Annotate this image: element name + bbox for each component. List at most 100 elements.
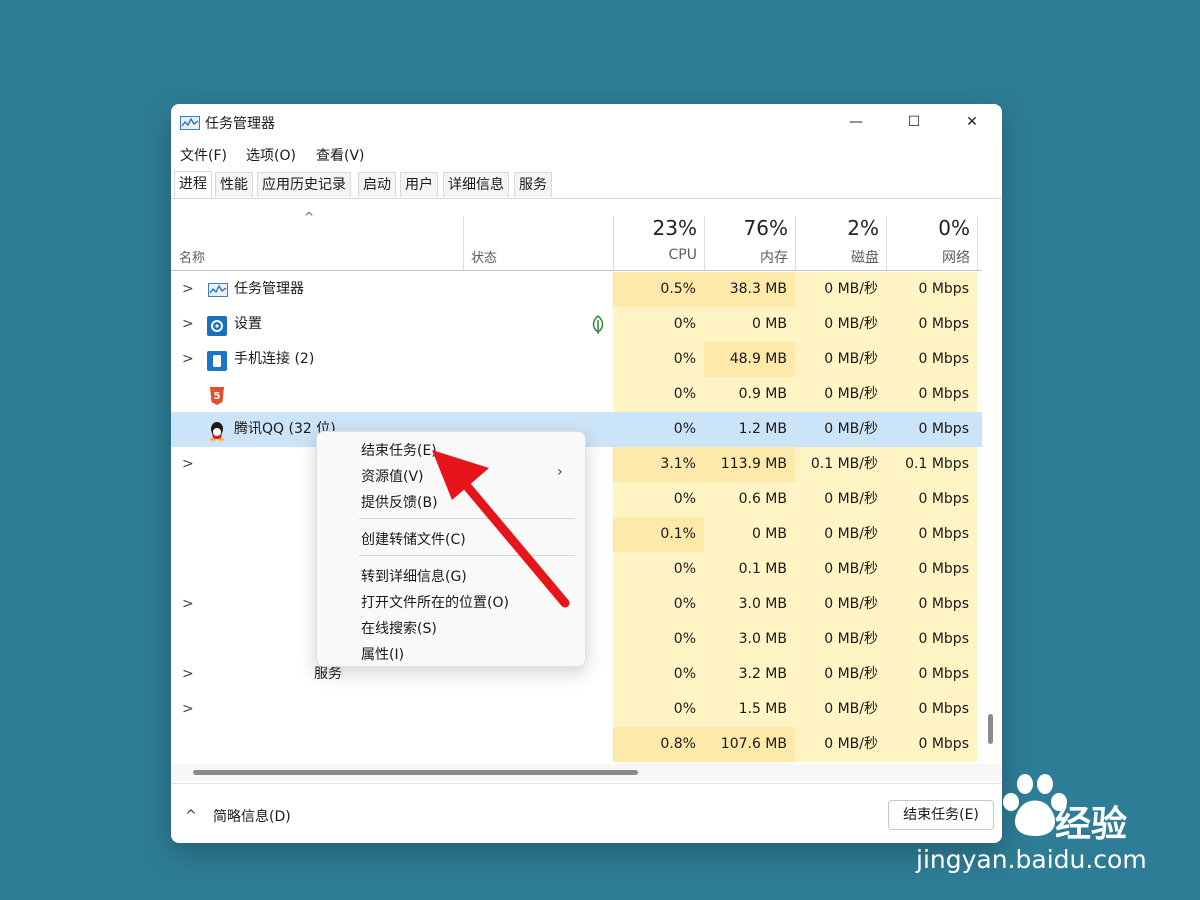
mem-cell: 38.3 MB xyxy=(704,272,795,307)
col-memory[interactable]: 内存 xyxy=(708,247,788,267)
disk-cell: 0 MB/秒 xyxy=(795,377,886,412)
chevron-right-icon[interactable]: > xyxy=(182,342,194,377)
mem-cell: 0.6 MB xyxy=(704,482,795,517)
net-cell: 0 Mbps xyxy=(886,412,977,447)
mem-cell: 0.9 MB xyxy=(704,377,795,412)
tab-app-history[interactable]: 应用历史记录 xyxy=(257,172,351,197)
col-status[interactable]: 状态 xyxy=(471,247,497,266)
phone-link-icon xyxy=(207,351,227,371)
net-total[interactable]: 0% xyxy=(890,216,970,240)
ctx-resource-values[interactable]: 资源值(V) xyxy=(361,466,424,486)
tab-processes[interactable]: 进程 xyxy=(174,171,212,198)
disk-cell: 0.1 MB/秒 xyxy=(795,447,886,482)
mem-cell: 1.5 MB xyxy=(704,692,795,727)
cpu-cell: 0% xyxy=(613,482,704,517)
mem-cell: 3.0 MB xyxy=(704,622,795,657)
process-name: 任务管理器 xyxy=(234,281,304,297)
chevron-right-icon[interactable]: > xyxy=(182,307,194,342)
window-title: 任务管理器 xyxy=(205,116,275,132)
ctx-dump-file[interactable]: 创建转储文件(C) xyxy=(361,529,466,549)
col-name[interactable]: 名称 xyxy=(179,247,205,266)
mem-total[interactable]: 76% xyxy=(708,216,788,240)
table-row[interactable]: > 任务管理器 0.5% 38.3 MB 0 MB/秒 0 Mbps xyxy=(171,272,982,307)
qq-icon xyxy=(207,421,227,441)
tab-services[interactable]: 服务 xyxy=(514,172,552,197)
close-button[interactable]: ✕ xyxy=(943,104,1001,140)
ctx-feedback[interactable]: 提供反馈(B) xyxy=(361,492,438,512)
fewer-details-link[interactable]: 简略信息(D) xyxy=(213,806,291,826)
cpu-cell: 0% xyxy=(613,377,704,412)
chevron-right-icon[interactable]: > xyxy=(182,447,194,482)
cpu-cell: 0.1% xyxy=(613,517,704,552)
menu-file[interactable]: 文件(F) xyxy=(180,145,227,165)
tab-performance[interactable]: 性能 xyxy=(215,172,253,197)
tab-bar: 进程 性能 应用历史记录 启动 用户 详细信息 服务 xyxy=(171,168,1002,199)
disk-total[interactable]: 2% xyxy=(799,216,879,240)
footer: ^ 简略信息(D) 结束任务(E) xyxy=(171,783,1002,843)
disk-cell: 0 MB/秒 xyxy=(795,657,886,692)
chevron-up-icon[interactable]: ^ xyxy=(185,808,197,824)
ctx-properties[interactable]: 属性(I) xyxy=(361,644,404,664)
table-row[interactable]: > 手机连接 (2) 0% 48.9 MB 0 MB/秒 0 Mbps xyxy=(171,342,982,377)
svg-text:5: 5 xyxy=(214,391,221,402)
net-cell: 0 Mbps xyxy=(886,307,977,342)
end-task-button[interactable]: 结束任务(E) xyxy=(888,800,994,830)
html5-icon: 5 xyxy=(207,386,227,405)
disk-cell: 0 MB/秒 xyxy=(795,517,886,552)
chevron-right-icon[interactable]: > xyxy=(182,657,194,692)
cpu-total[interactable]: 23% xyxy=(617,216,697,240)
tab-startup[interactable]: 启动 xyxy=(358,172,396,197)
chevron-right-icon[interactable]: > xyxy=(182,692,194,727)
net-cell: 0 Mbps xyxy=(886,272,977,307)
sort-caret-icon[interactable]: ^ xyxy=(304,210,314,224)
mem-cell: 107.6 MB xyxy=(704,727,795,762)
ctx-open-location[interactable]: 打开文件所在的位置(O) xyxy=(361,592,509,612)
menu-bar: 文件(F) 选项(O) 查看(V) xyxy=(171,142,1002,166)
disk-cell: 0 MB/秒 xyxy=(795,482,886,517)
column-divider xyxy=(463,216,464,270)
chevron-right-icon[interactable]: > xyxy=(182,587,194,622)
ctx-search-online[interactable]: 在线搜索(S) xyxy=(361,618,437,638)
process-name: 设置 xyxy=(234,316,262,332)
maximize-button[interactable]: ☐ xyxy=(885,104,943,140)
context-menu: 结束任务(E) 资源值(V) › 提供反馈(B) 创建转储文件(C) 转到详细信… xyxy=(316,431,586,667)
horizontal-scrollbar[interactable] xyxy=(193,770,638,775)
mem-cell: 0 MB xyxy=(704,517,795,552)
disk-cell: 0 MB/秒 xyxy=(795,307,886,342)
col-cpu[interactable]: CPU xyxy=(617,247,697,263)
mem-cell: 113.9 MB xyxy=(704,447,795,482)
net-cell: 0.1 Mbps xyxy=(886,447,977,482)
mem-cell: 3.2 MB xyxy=(704,657,795,692)
column-divider xyxy=(795,216,796,270)
table-row[interactable]: > 设置 0% 0 MB 0 MB/秒 0 Mbps xyxy=(171,307,982,342)
tab-details[interactable]: 详细信息 xyxy=(443,172,509,197)
net-cell: 0 Mbps xyxy=(886,342,977,377)
minimize-button[interactable]: — xyxy=(827,104,885,140)
menu-view[interactable]: 查看(V) xyxy=(316,145,365,165)
chevron-right-icon[interactable]: > xyxy=(182,272,194,307)
mem-cell: 0.1 MB xyxy=(704,552,795,587)
disk-cell: 0 MB/秒 xyxy=(795,272,886,307)
table-row[interactable]: 5 0% 0.9 MB 0 MB/秒 0 Mbps xyxy=(171,377,982,412)
ctx-goto-details[interactable]: 转到详细信息(G) xyxy=(361,566,467,586)
ctx-end-task[interactable]: 结束任务(E) xyxy=(361,440,437,460)
tab-users[interactable]: 用户 xyxy=(400,172,438,197)
task-manager-icon xyxy=(207,281,228,299)
col-network[interactable]: 网络 xyxy=(890,247,970,267)
menu-options[interactable]: 选项(O) xyxy=(246,145,296,165)
vertical-scrollbar[interactable] xyxy=(988,714,993,744)
table-row[interactable]: 0.8% 107.6 MB 0 MB/秒 0 Mbps xyxy=(171,727,982,762)
disk-cell: 0 MB/秒 xyxy=(795,587,886,622)
cpu-cell: 0% xyxy=(613,307,704,342)
cpu-cell: 0.5% xyxy=(613,272,704,307)
disk-cell: 0 MB/秒 xyxy=(795,552,886,587)
menu-separator xyxy=(359,555,575,556)
net-cell: 0 Mbps xyxy=(886,482,977,517)
disk-cell: 0 MB/秒 xyxy=(795,412,886,447)
title-bar[interactable]: 任务管理器 — ☐ ✕ xyxy=(171,104,1002,140)
col-disk[interactable]: 磁盘 xyxy=(799,247,879,267)
efficiency-leaf-icon xyxy=(591,315,605,339)
task-manager-icon xyxy=(180,116,200,130)
table-row[interactable]: >0% 1.5 MB 0 MB/秒 0 Mbps xyxy=(171,692,982,727)
mem-cell: 1.2 MB xyxy=(704,412,795,447)
